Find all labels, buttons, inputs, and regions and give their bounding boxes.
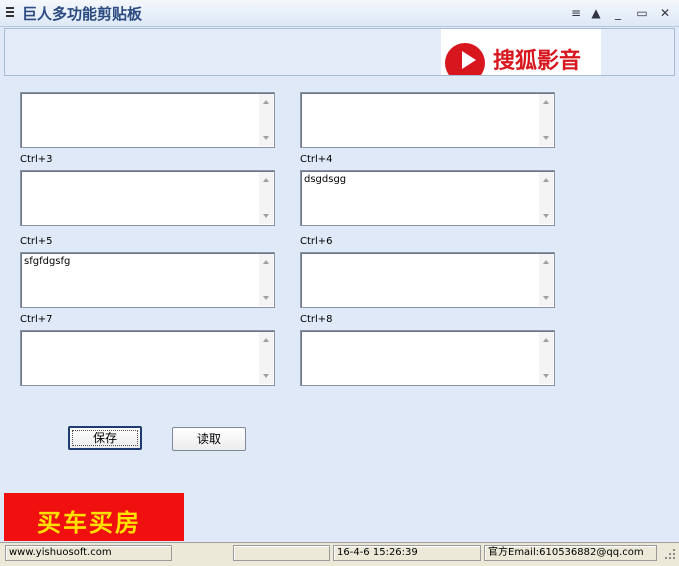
clip-slot-8[interactable] xyxy=(300,330,555,386)
scroll-up-icon[interactable] xyxy=(543,178,549,182)
scrollbar[interactable] xyxy=(539,254,553,306)
scroll-down-icon[interactable] xyxy=(543,136,549,140)
clip-slot-2[interactable] xyxy=(300,92,555,148)
slot-label: Ctrl+3 xyxy=(20,154,53,165)
status-datetime: 16-4-6 15:26:39 xyxy=(333,545,481,561)
slot-label: Ctrl+7 xyxy=(20,314,53,325)
close-button[interactable]: ✕ xyxy=(658,4,672,22)
save-button[interactable]: 保存 xyxy=(68,426,142,450)
status-empty xyxy=(233,545,330,561)
banner-area: 搜狐影音 xyxy=(4,28,675,76)
clip-slot-3[interactable] xyxy=(20,170,275,226)
scroll-down-icon[interactable] xyxy=(263,296,269,300)
clip-text: sfgfdgsfg xyxy=(24,256,71,267)
clip-text: dsgdsgg xyxy=(304,174,347,185)
scroll-down-icon[interactable] xyxy=(263,374,269,378)
scrollbar[interactable] xyxy=(259,172,273,224)
title-bar: 巨人多功能剪贴板 ≡ ▲ _ ▭ ✕ xyxy=(0,0,679,27)
system-menu-icon[interactable] xyxy=(6,7,14,17)
scrollbar[interactable] xyxy=(539,332,553,384)
ad-text: 搜狐影音 xyxy=(493,49,582,74)
scroll-up-icon[interactable] xyxy=(543,260,549,264)
clip-slot-1[interactable] xyxy=(20,92,275,148)
scroll-down-icon[interactable] xyxy=(543,214,549,218)
scroll-down-icon[interactable] xyxy=(263,214,269,218)
play-icon xyxy=(462,51,476,69)
maximize-button[interactable]: ▭ xyxy=(635,4,649,22)
scroll-up-icon[interactable] xyxy=(263,100,269,104)
rollup-icon[interactable]: ▲ xyxy=(589,4,603,22)
save-button-label: 保存 xyxy=(72,430,138,446)
slot-label: Ctrl+5 xyxy=(20,236,53,247)
load-button[interactable]: 读取 xyxy=(172,427,246,451)
slot-label: Ctrl+8 xyxy=(300,314,333,325)
clip-slot-5[interactable]: sfgfdgsfg xyxy=(20,252,275,308)
slot-label: Ctrl+4 xyxy=(300,154,333,165)
status-bar: www.yishuosoft.com 16-4-6 15:26:39 官方Ema… xyxy=(0,542,679,566)
car-house-ad[interactable]: 买车买房 xyxy=(4,493,184,541)
slot-label: Ctrl+6 xyxy=(300,236,333,247)
scroll-down-icon[interactable] xyxy=(543,374,549,378)
sohu-video-ad[interactable]: 搜狐影音 xyxy=(441,29,601,75)
scroll-up-icon[interactable] xyxy=(263,260,269,264)
window-title: 巨人多功能剪贴板 xyxy=(22,5,143,23)
clip-slot-6[interactable] xyxy=(300,252,555,308)
car-ad-text: 买车买房 xyxy=(37,508,141,537)
scroll-up-icon[interactable] xyxy=(543,338,549,342)
scroll-up-icon[interactable] xyxy=(543,100,549,104)
scrollbar[interactable] xyxy=(539,94,553,146)
scrollbar[interactable] xyxy=(259,254,273,306)
menu-icon[interactable]: ≡ xyxy=(569,4,583,22)
scroll-up-icon[interactable] xyxy=(263,338,269,342)
scroll-down-icon[interactable] xyxy=(263,136,269,140)
clip-slot-7[interactable] xyxy=(20,330,275,386)
status-website[interactable]: www.yishuosoft.com xyxy=(5,545,172,561)
scrollbar[interactable] xyxy=(539,172,553,224)
scroll-up-icon[interactable] xyxy=(263,178,269,182)
scrollbar[interactable] xyxy=(259,94,273,146)
scrollbar[interactable] xyxy=(259,332,273,384)
clip-slot-4[interactable]: dsgdsgg xyxy=(300,170,555,226)
minimize-button[interactable]: _ xyxy=(611,4,625,22)
scroll-down-icon[interactable] xyxy=(543,296,549,300)
status-email: 官方Email:610536882@qq.com xyxy=(484,545,657,561)
resize-grip-icon[interactable] xyxy=(665,549,675,559)
